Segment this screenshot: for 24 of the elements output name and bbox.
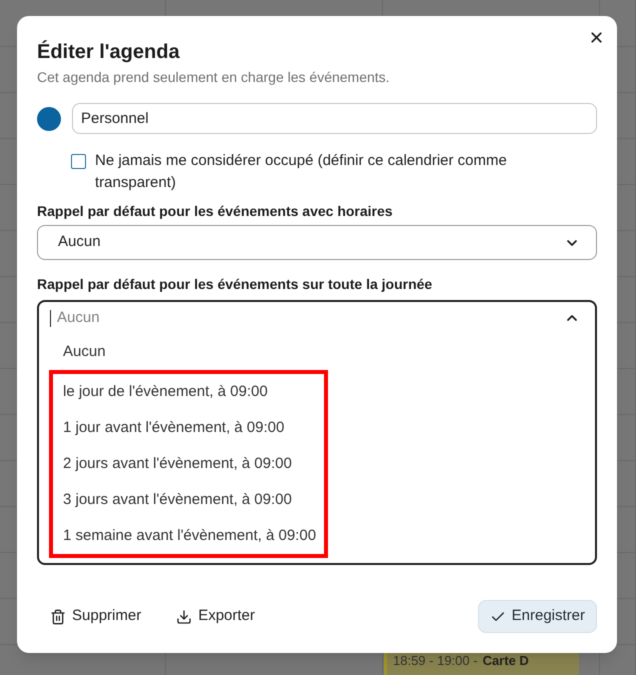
trash-icon (50, 608, 66, 624)
export-button[interactable]: Exporter (163, 600, 268, 633)
combobox-input[interactable]: Aucun (57, 306, 564, 330)
download-icon (176, 608, 192, 624)
dropdown-option[interactable]: 2 jours avant l'évènement, à 09:00 (53, 446, 324, 482)
dropdown-option[interactable]: 3 jours avant l'évènement, à 09:00 (53, 482, 324, 518)
text-cursor-icon (50, 310, 51, 326)
checkbox[interactable] (71, 154, 86, 169)
dialog-subtitle: Cet agenda prend seulement en charge les événements. (37, 68, 391, 87)
calendar-name-input[interactable]: Personnel (72, 103, 597, 134)
dropdown-option[interactable]: le jour de l'évènement, à 09:00 (53, 374, 324, 410)
dropdown-option[interactable]: 1 jour avant l'évènement, à 09:00 (53, 410, 324, 446)
event-time: 18:59 - 19:00 - (393, 653, 478, 670)
checkbox-label: Ne jamais me considérer occupé (définir ce calendrier comme transparent) (95, 151, 508, 193)
field-label: Rappel par défaut pour les événements sur toute la journée (37, 275, 434, 294)
dialog-title: Éditer l'agenda (37, 39, 181, 65)
dropdown-option[interactable]: 1 semaine avant l'évènement, à 09:00 (53, 518, 324, 554)
event-title: Carte D (482, 653, 529, 670)
dropdown-option[interactable]: Aucun (49, 334, 585, 370)
color-swatch-icon[interactable] (37, 106, 61, 130)
field-label: Rappel par défaut pour les événements avec horaires (37, 202, 394, 221)
reminder-select[interactable]: Aucun (37, 225, 597, 260)
save-button[interactable]: Enregistrer (478, 600, 597, 633)
delete-button[interactable]: Supprimer (37, 600, 154, 633)
